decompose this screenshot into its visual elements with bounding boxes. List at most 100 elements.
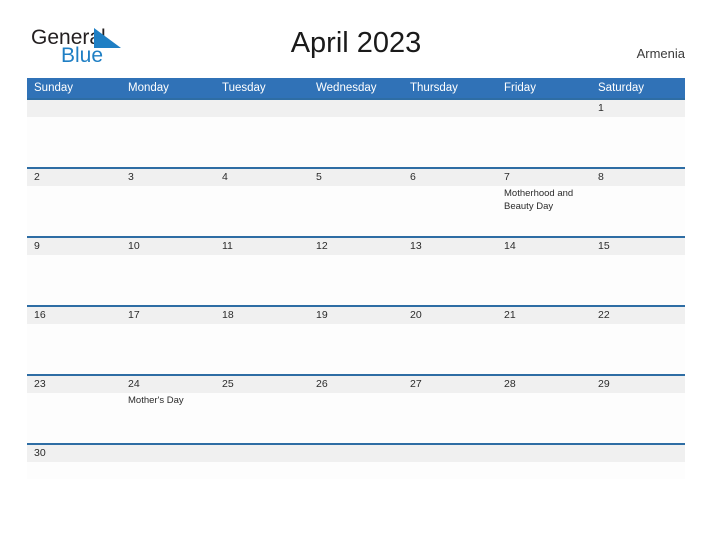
day-event[interactable] — [403, 462, 497, 479]
day-number[interactable] — [309, 100, 403, 117]
day-event[interactable] — [121, 255, 215, 305]
day-event[interactable] — [591, 255, 685, 305]
day-event[interactable] — [27, 255, 121, 305]
day-event[interactable] — [215, 255, 309, 305]
day-event[interactable] — [591, 393, 685, 443]
day-number[interactable] — [497, 100, 591, 117]
day-event[interactable] — [309, 324, 403, 374]
day-number[interactable] — [497, 445, 591, 462]
day-event[interactable] — [403, 186, 497, 236]
day-event[interactable] — [121, 462, 215, 479]
day-event[interactable] — [215, 117, 309, 167]
day-number[interactable]: 28 — [497, 376, 591, 393]
day-number[interactable]: 26 — [309, 376, 403, 393]
day-number[interactable]: 6 — [403, 169, 497, 186]
day-number[interactable]: 4 — [215, 169, 309, 186]
day-number[interactable]: 1 — [591, 100, 685, 117]
calendar-week-row: 2 3 4 5 6 7 8 Motherhood and Beauty Day — [27, 167, 685, 236]
day-number[interactable]: 13 — [403, 238, 497, 255]
day-number[interactable] — [403, 100, 497, 117]
day-number[interactable]: 17 — [121, 307, 215, 324]
day-number[interactable]: 30 — [27, 445, 121, 462]
day-number[interactable] — [403, 445, 497, 462]
day-number[interactable]: 8 — [591, 169, 685, 186]
day-number[interactable]: 2 — [27, 169, 121, 186]
day-number[interactable] — [121, 100, 215, 117]
day-event[interactable] — [591, 324, 685, 374]
day-number[interactable] — [309, 445, 403, 462]
day-number[interactable]: 18 — [215, 307, 309, 324]
weekday-header-thursday: Thursday — [410, 82, 458, 94]
day-number[interactable]: 10 — [121, 238, 215, 255]
day-number[interactable] — [215, 100, 309, 117]
day-event-motherhood-and-beauty-day[interactable]: Motherhood and Beauty Day — [497, 186, 591, 236]
day-event[interactable] — [309, 117, 403, 167]
day-number[interactable]: 23 — [27, 376, 121, 393]
day-event[interactable] — [215, 462, 309, 479]
day-event[interactable] — [497, 393, 591, 443]
day-event[interactable] — [403, 324, 497, 374]
day-number[interactable]: 20 — [403, 307, 497, 324]
day-event[interactable] — [121, 324, 215, 374]
day-event[interactable] — [27, 186, 121, 236]
day-event[interactable] — [497, 324, 591, 374]
day-event[interactable] — [27, 393, 121, 443]
day-event[interactable] — [309, 393, 403, 443]
day-number[interactable]: 29 — [591, 376, 685, 393]
day-number[interactable] — [27, 100, 121, 117]
day-event[interactable] — [591, 186, 685, 236]
day-event[interactable] — [215, 393, 309, 443]
day-event[interactable] — [27, 117, 121, 167]
weekday-header-row: Sunday Monday Tuesday Wednesday Thursday… — [27, 78, 685, 98]
day-number[interactable]: 16 — [27, 307, 121, 324]
week-event-band — [27, 117, 685, 167]
day-event[interactable] — [497, 117, 591, 167]
week-date-band: 9 10 11 12 13 14 15 — [27, 238, 685, 255]
day-event[interactable] — [309, 255, 403, 305]
week-date-band: 16 17 18 19 20 21 22 — [27, 307, 685, 324]
day-event[interactable] — [591, 462, 685, 479]
day-event[interactable] — [121, 186, 215, 236]
calendar-grid: Sunday Monday Tuesday Wednesday Thursday… — [27, 78, 685, 479]
calendar-week-row: 30 — [27, 443, 685, 479]
week-date-band: 2 3 4 5 6 7 8 — [27, 169, 685, 186]
day-event[interactable] — [403, 255, 497, 305]
day-event[interactable] — [27, 324, 121, 374]
day-number[interactable] — [121, 445, 215, 462]
day-event-mothers-day[interactable]: Mother's Day — [121, 393, 215, 443]
day-event[interactable] — [215, 186, 309, 236]
day-number[interactable]: 15 — [591, 238, 685, 255]
day-number[interactable]: 25 — [215, 376, 309, 393]
day-number[interactable]: 19 — [309, 307, 403, 324]
day-number[interactable]: 14 — [497, 238, 591, 255]
day-number[interactable] — [215, 445, 309, 462]
day-number[interactable]: 24 — [121, 376, 215, 393]
day-event[interactable] — [403, 393, 497, 443]
day-number[interactable]: 12 — [309, 238, 403, 255]
day-number[interactable]: 5 — [309, 169, 403, 186]
day-number[interactable]: 3 — [121, 169, 215, 186]
day-event[interactable] — [215, 324, 309, 374]
day-event[interactable] — [403, 117, 497, 167]
calendar-page: General Blue April 2023 Armenia Sunday M… — [0, 0, 712, 550]
week-date-band: 23 24 25 26 27 28 29 — [27, 376, 685, 393]
week-event-band: Motherhood and Beauty Day — [27, 186, 685, 236]
day-number[interactable] — [591, 445, 685, 462]
day-number[interactable]: 7 — [497, 169, 591, 186]
week-date-band: 1 — [27, 100, 685, 117]
day-event[interactable] — [121, 117, 215, 167]
weekday-header-monday: Monday — [128, 82, 169, 94]
day-number[interactable]: 9 — [27, 238, 121, 255]
day-event[interactable] — [497, 255, 591, 305]
day-event[interactable] — [591, 117, 685, 167]
day-number[interactable]: 11 — [215, 238, 309, 255]
day-event[interactable] — [309, 462, 403, 479]
day-event[interactable] — [497, 462, 591, 479]
day-number[interactable]: 21 — [497, 307, 591, 324]
day-event[interactable] — [27, 462, 121, 479]
calendar-week-row: 16 17 18 19 20 21 22 — [27, 305, 685, 374]
day-number[interactable]: 27 — [403, 376, 497, 393]
day-number[interactable]: 22 — [591, 307, 685, 324]
day-event[interactable] — [309, 186, 403, 236]
weekday-header-sunday: Sunday — [34, 82, 74, 94]
